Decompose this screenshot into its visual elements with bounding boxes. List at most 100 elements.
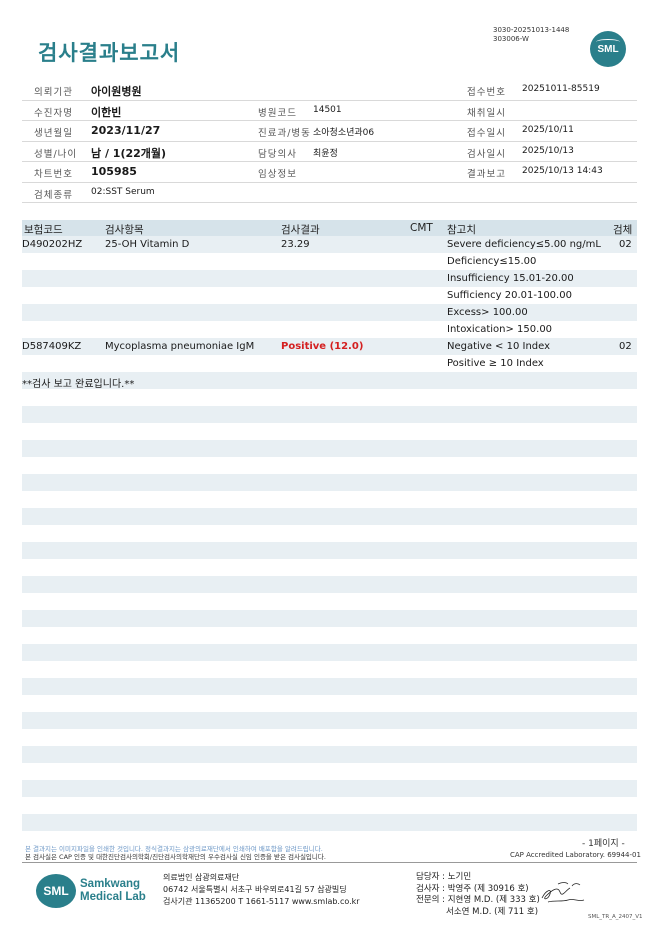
info-label: 채취일시 (467, 107, 506, 119)
cell-ref: Excess> 100.00 (447, 307, 528, 318)
cell-ref: Severe deficiency≤5.00 ng/mL (447, 239, 601, 250)
info-label: 병원코드 (258, 107, 297, 119)
cell-code: D587409KZ (22, 341, 82, 352)
table-row (22, 610, 637, 627)
cell-ref: Deficiency≤15.00 (447, 256, 537, 267)
table-row: D587409KZ Mycoplasma pneumoniae IgM Positi… (22, 338, 637, 355)
results-body: D490202HZ 25-OH Vitamin D 23.29 Severe defi… (22, 236, 637, 831)
patient-info-section: 의뢰기관 아이원병원 접수번호 20251011-85519 수진자명 이한빈 병원코드 14… (22, 80, 637, 203)
info-value: 2025/10/13 (522, 145, 574, 156)
page-number: - 1페이지 - (582, 839, 625, 849)
footer-divider (22, 862, 637, 863)
document-codes: 3030-20251013-1448 303006-W (493, 26, 569, 44)
cell-ref: Positive ≥ 10 Index (447, 358, 544, 369)
header-reference: 참고치 (447, 224, 476, 236)
info-value: 105985 (91, 165, 137, 178)
table-row (22, 644, 637, 661)
table-row: Positive ≥ 10 Index (22, 355, 637, 372)
organization-info: 의료법인 삼광의료재단 06742 서울특별시 서초구 바우뫼로41길 57 삼… (163, 872, 360, 908)
info-label: 접수일시 (467, 128, 506, 139)
info-label: 생년월일 (34, 128, 73, 139)
cell-code: D490202HZ (22, 239, 83, 250)
info-label: 임상정보 (258, 169, 297, 180)
table-row (22, 508, 637, 525)
logo-line-1: Samkwang (80, 878, 141, 890)
table-row (22, 627, 637, 644)
header-cmt: CMT (410, 222, 433, 234)
doc-code-2: 303006-W (493, 35, 529, 43)
info-value: 아이원병원 (91, 85, 142, 98)
cell-code: **검사 보고 완료입니다.** (22, 379, 135, 390)
header-test-result: 검사결과 (281, 224, 320, 236)
table-row: Intoxication> 150.00 (22, 321, 637, 338)
results-table: 보험코드 검사항목 검사결과 CMT 참고치 검체 D490202HZ 25-OH… (22, 220, 637, 831)
table-row (22, 661, 637, 678)
table-row (22, 678, 637, 695)
info-value: 14501 (313, 104, 342, 115)
table-row (22, 389, 637, 406)
table-row (22, 746, 637, 763)
cell-item: 25-OH Vitamin D (105, 239, 190, 250)
info-row: 차트번호 105985 임상정보 결과보고 2025/10/13 14:43 (22, 162, 637, 183)
info-row: 생년월일 2023/11/27 진료과/병동 소아청소년과06 접수일시 2025/10/… (22, 121, 637, 142)
info-label: 접수번호 (467, 87, 506, 98)
table-row (22, 525, 637, 542)
org-name: 의료법인 삼광의료재단 (163, 873, 240, 882)
header-test-item: 검사항목 (105, 224, 144, 236)
cell-specimen: 02 (619, 239, 632, 250)
form-code: SML_TR_A_2407_V1 (588, 914, 643, 920)
table-row (22, 593, 637, 610)
table-row (22, 440, 637, 457)
header-specimen: 검체 (613, 224, 633, 236)
table-row: Deficiency≤15.00 (22, 253, 637, 270)
cell-ref: Intoxication> 150.00 (447, 324, 553, 335)
table-row (22, 559, 637, 576)
info-label: 차트번호 (34, 169, 73, 180)
table-row (22, 797, 637, 814)
info-value: 2025/10/13 14:43 (522, 166, 603, 176)
table-row: **검사 보고 완료입니다.** (22, 372, 637, 390)
table-row (22, 423, 637, 440)
table-row (22, 491, 637, 508)
staff-manager: 담당자 : 노기민 (416, 872, 472, 882)
table-row (22, 576, 637, 593)
table-row (22, 814, 637, 831)
cell-specimen: 02 (619, 341, 632, 352)
table-row (22, 712, 637, 729)
org-contact: 검사기관 11365200 T 1661-5117 www.smlab.co.k… (163, 897, 360, 906)
info-value: 02:SST Serum (91, 186, 155, 197)
info-label: 진료과/병동 (258, 128, 311, 139)
info-label: 성별/나이 (34, 148, 78, 160)
table-row: Insufficiency 15.01-20.00 (22, 270, 637, 287)
info-value: 2025/10/11 (522, 125, 574, 135)
cap-accreditation: CAP Accredited Laboratory. 69944-01 (510, 851, 641, 859)
table-row: Excess> 100.00 (22, 304, 637, 321)
table-row (22, 457, 637, 474)
table-row (22, 695, 637, 712)
cell-item: Mycoplasma pneumoniae IgM (105, 341, 255, 352)
table-row: Sufficiency 20.01-100.00 (22, 287, 637, 304)
info-label: 결과보고 (467, 169, 506, 180)
info-label: 검체종류 (34, 189, 73, 201)
staff-tester: 검사자 : 박영주 (제 30916 호) (416, 883, 529, 894)
sml-logo-icon: SML (590, 31, 626, 67)
info-label: 담당의사 (258, 148, 297, 160)
table-row (22, 474, 637, 491)
org-address: 06742 서울특별시 서초구 바우뫼로41길 57 삼광빌딩 (163, 885, 347, 894)
staff-expert-1: 전문의 : 지현영 M.D. (제 333 호) (416, 895, 540, 905)
cell-ref: Insufficiency 15.01-20.00 (447, 273, 574, 284)
table-row (22, 542, 637, 559)
table-row (22, 729, 637, 746)
cell-result: 23.29 (281, 239, 310, 250)
report-title: 검사결과보고서 (38, 41, 181, 65)
info-value: 남 / 1(22개월) (91, 146, 167, 160)
certification-notice: 본 검사실은 CAP 인증 및 대한진단검사의학회/진단검사의학재단의 우수검사… (25, 853, 326, 861)
doc-code-1: 3030-20251013-1448 (493, 26, 570, 34)
info-row: 의뢰기관 아이원병원 접수번호 20251011-85519 (22, 80, 637, 101)
signature-icon (541, 882, 585, 903)
results-header-row: 보험코드 검사항목 검사결과 CMT 참고치 검체 (22, 220, 637, 236)
info-row: 성별/나이 남 / 1(22개월) 담당의사 최윤정 검사일시 2025/10/13 (22, 142, 637, 162)
cell-ref: Negative < 10 Index (447, 341, 551, 352)
info-label: 의뢰기관 (34, 87, 73, 98)
table-row: D490202HZ 25-OH Vitamin D 23.29 Severe defi… (22, 236, 637, 253)
